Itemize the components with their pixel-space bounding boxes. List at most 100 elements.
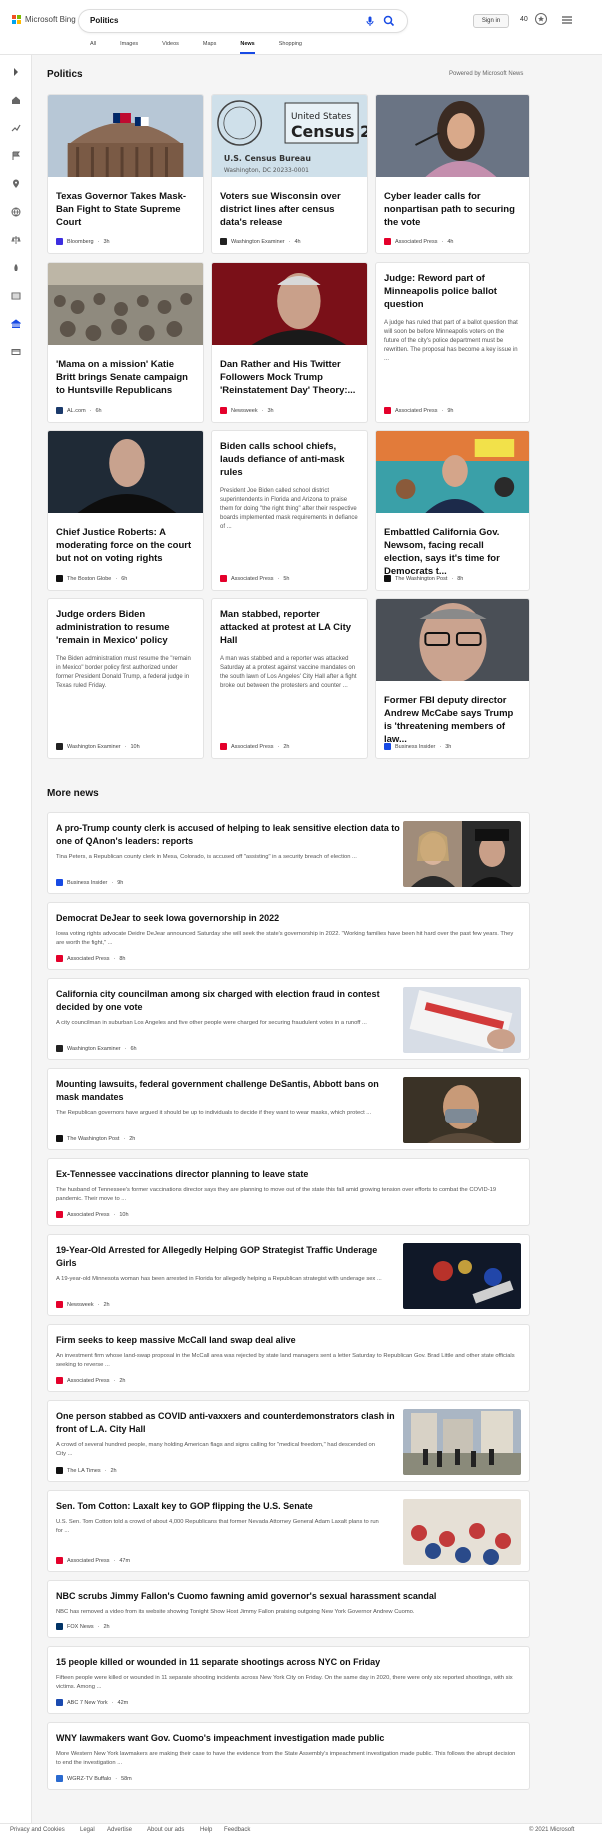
more-news-item[interactable]: 19-Year-Old Arrested for Allegedly Helpi… — [47, 1234, 530, 1316]
masked-child-image — [403, 1077, 521, 1143]
item-title[interactable]: 15 people killed or wounded in 11 separa… — [56, 1656, 521, 1669]
news-card[interactable]: Judge: Reword part of Minneapolis police… — [375, 262, 530, 423]
card-title[interactable]: Chief Justice Roberts: A moderating forc… — [48, 526, 203, 565]
svg-text:Census 2020: Census 2020 — [291, 122, 367, 141]
item-title[interactable]: Sen. Tom Cotton: Laxalt key to GOP flipp… — [56, 1500, 401, 1513]
footer-link-advertise[interactable]: Advertise — [107, 1827, 132, 1833]
location-pin-icon[interactable] — [11, 179, 21, 189]
card-title[interactable]: Voters sue Wisconsin over district lines… — [212, 190, 367, 229]
item-title[interactable]: WNY lawmakers want Gov. Cuomo's impeachm… — [56, 1732, 521, 1745]
source-name: Associated Press — [231, 743, 274, 750]
news-card[interactable]: Judge orders Biden administration to res… — [47, 598, 204, 759]
item-snippet: U.S. Sen. Tom Cotton told a crowd of abo… — [56, 1519, 379, 1534]
more-news-item[interactable]: A pro-Trump county clerk is accused of h… — [47, 812, 530, 894]
more-news-item[interactable]: Democrat DeJear to seek Iowa governorshi… — [47, 902, 530, 970]
item-source: Newsweek · 2h — [56, 1301, 110, 1308]
source-name: The Washington Post — [67, 1135, 120, 1142]
item-source: Associated Press · 8h — [56, 955, 125, 962]
film-icon[interactable] — [11, 291, 21, 301]
footer-link-help[interactable]: Help — [200, 1827, 212, 1833]
bing-logo[interactable]: Microsoft Bing — [12, 15, 76, 24]
card-title[interactable]: Biden calls school chiefs, lauds defianc… — [212, 440, 367, 479]
source-name: Associated Press — [67, 1557, 110, 1564]
politics-capitol-icon[interactable] — [11, 319, 21, 329]
home-icon[interactable] — [11, 95, 21, 105]
tab-shopping[interactable]: Shopping — [279, 41, 302, 54]
rocket-icon[interactable] — [11, 263, 21, 273]
item-title[interactable]: NBC scrubs Jimmy Fallon's Cuomo fawning … — [56, 1590, 521, 1603]
tab-news[interactable]: News — [240, 41, 255, 54]
footer-link-privacy[interactable]: Privacy and Cookies — [10, 1827, 65, 1833]
card-title[interactable]: 'Mama on a mission' Katie Britt brings S… — [48, 358, 203, 397]
news-card[interactable]: Dan Rather and His Twitter Followers Moc… — [211, 262, 368, 423]
money-icon[interactable] — [11, 347, 21, 357]
news-card[interactable]: Embattled California Gov. Newsom, facing… — [375, 430, 530, 591]
item-title[interactable]: One person stabbed as COVID anti-vaxxers… — [56, 1410, 401, 1436]
item-title[interactable]: A pro-Trump county clerk is accused of h… — [56, 822, 401, 848]
tab-all[interactable]: All — [90, 41, 96, 54]
more-news-item[interactable]: Sen. Tom Cotton: Laxalt key to GOP flipp… — [47, 1490, 530, 1572]
item-snippet: The Republican governors have argued it … — [56, 1110, 372, 1116]
news-card[interactable]: Chief Justice Roberts: A moderating forc… — [47, 430, 204, 591]
news-card[interactable]: Man stabbed, reporter attacked at protes… — [211, 598, 368, 759]
more-news-item[interactable]: Firm seeks to keep massive McCall land s… — [47, 1324, 530, 1392]
card-title[interactable]: Dan Rather and His Twitter Followers Moc… — [212, 358, 367, 397]
article-age: 2h — [110, 1467, 117, 1474]
item-snippet: Iowa voting rights advocate Deidre DeJea… — [56, 931, 514, 946]
item-title[interactable]: Firm seeks to keep massive McCall land s… — [56, 1334, 521, 1347]
item-title[interactable]: 19-Year-Old Arrested for Allegedly Helpi… — [56, 1244, 386, 1270]
card-title[interactable]: Texas Governor Takes Mask-Ban Fight to S… — [48, 190, 203, 229]
news-card[interactable]: United States Census 2020 U.S. Census Bu… — [211, 94, 368, 254]
more-news-item[interactable]: One person stabbed as COVID anti-vaxxers… — [47, 1400, 530, 1482]
more-news-item[interactable]: 15 people killed or wounded in 11 separa… — [47, 1646, 530, 1714]
more-news-item[interactable]: California city councilman among six cha… — [47, 978, 530, 1060]
news-card[interactable]: Texas Governor Takes Mask-Ban Fight to S… — [47, 94, 204, 254]
scales-icon[interactable] — [11, 235, 21, 245]
item-snippet: A city councilman in suburban Los Angele… — [56, 1020, 367, 1026]
tab-videos[interactable]: Videos — [162, 41, 179, 54]
more-news-item[interactable]: WNY lawmakers want Gov. Cuomo's impeachm… — [47, 1722, 530, 1790]
news-card[interactable]: Cyber leader calls for nonpartisan path … — [375, 94, 530, 254]
item-title[interactable]: California city councilman among six cha… — [56, 988, 401, 1014]
more-news-item[interactable]: NBC scrubs Jimmy Fallon's Cuomo fawning … — [47, 1580, 530, 1638]
item-title[interactable]: Ex-Tennessee vaccinations director plann… — [56, 1168, 521, 1181]
footer-link-legal[interactable]: Legal — [80, 1827, 95, 1833]
article-age: 10h — [119, 1211, 129, 1218]
flag-icon[interactable] — [11, 151, 21, 161]
expand-sidebar-icon[interactable] — [11, 67, 21, 77]
card-title[interactable]: Judge: Reword part of Minneapolis police… — [376, 272, 529, 311]
washington-examiner-logo-icon — [220, 238, 227, 245]
card-title[interactable]: Judge orders Biden administration to res… — [48, 608, 203, 647]
footer-link-about-ads[interactable]: About our ads — [147, 1827, 184, 1833]
search-box[interactable]: Politics — [79, 10, 407, 32]
more-news-item[interactable]: Ex-Tennessee vaccinations director plann… — [47, 1158, 530, 1226]
footer-link-feedback[interactable]: Feedback — [224, 1827, 250, 1833]
article-age: 3h — [267, 407, 274, 414]
source-name: Associated Press — [395, 407, 438, 414]
news-card[interactable]: 'Mama on a mission' Katie Britt brings S… — [47, 262, 204, 423]
item-title[interactable]: Mounting lawsuits, federal government ch… — [56, 1078, 386, 1104]
tab-images[interactable]: Images — [120, 41, 138, 54]
la-times-logo-icon — [56, 1467, 63, 1474]
card-title[interactable]: Former FBI deputy director Andrew McCabe… — [376, 694, 529, 746]
microphone-icon[interactable] — [364, 15, 376, 27]
svg-text:Washington, DC 20233-0001: Washington, DC 20233-0001 — [224, 167, 309, 174]
search-input[interactable]: Politics — [90, 16, 118, 25]
more-news-item[interactable]: Mounting lawsuits, federal government ch… — [47, 1068, 530, 1150]
trending-icon[interactable] — [11, 123, 21, 133]
news-card[interactable]: Former FBI deputy director Andrew McCabe… — [375, 598, 530, 759]
rewards-medal-icon[interactable] — [534, 12, 548, 26]
item-title[interactable]: Democrat DeJear to seek Iowa governorshi… — [56, 912, 521, 925]
card-title[interactable]: Cyber leader calls for nonpartisan path … — [376, 190, 529, 229]
hamburger-menu-icon[interactable] — [561, 14, 573, 26]
tab-maps[interactable]: Maps — [203, 41, 216, 54]
search-icon[interactable] — [383, 15, 395, 27]
news-card[interactable]: Biden calls school chiefs, lauds defianc… — [211, 430, 368, 591]
ap-logo-icon — [220, 743, 227, 750]
card-source: Associated Press · 5h — [220, 575, 289, 582]
card-title[interactable]: Embattled California Gov. Newsom, facing… — [376, 526, 529, 578]
card-title[interactable]: Man stabbed, reporter attacked at protes… — [212, 608, 367, 647]
globe-icon[interactable] — [11, 207, 21, 217]
sign-in-button[interactable]: Sign in — [473, 14, 509, 28]
rewards-points[interactable]: 40 — [520, 16, 528, 23]
